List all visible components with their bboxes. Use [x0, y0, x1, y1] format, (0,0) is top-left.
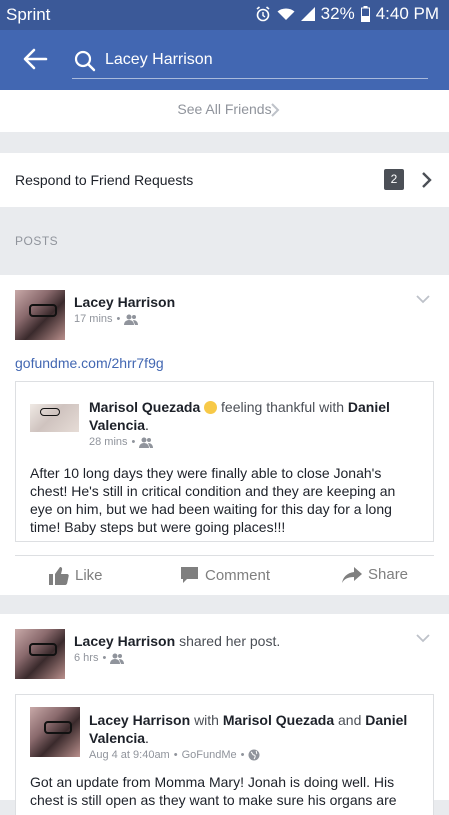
shared-label: shared her post.	[179, 633, 281, 649]
shared-post-text-line: chest is still open as they want to make…	[30, 792, 397, 808]
carrier-name: Sprint	[6, 5, 51, 24]
posts-header-label: POSTS	[15, 234, 59, 248]
see-all-friends[interactable]: See All Friends	[0, 90, 449, 132]
friend-requests-label: Respond to Friend Requests	[15, 172, 194, 188]
app-bar: Lacey Harrison	[0, 30, 449, 90]
status-icons: 32% 4:40 PM	[255, 4, 439, 24]
post-header: Lacey Harrison shared her post.	[74, 633, 280, 649]
clock: 4:40 PM	[375, 4, 439, 23]
shared-post-text-line: Got an update from Momma Mary! Jonah is …	[30, 774, 395, 790]
shared-post-header: Lacey Harrison with Marisol Quezada and …	[89, 712, 408, 746]
posts-section-header: POSTS	[0, 207, 449, 275]
shared-post-meta: Aug 4 at 9:40am • GoFundMe •	[89, 749, 260, 761]
share-icon	[342, 566, 362, 583]
tagged-person-second[interactable]: Valencia	[89, 417, 145, 433]
back-arrow-icon[interactable]	[22, 46, 48, 72]
shared-post-text: Got an update from Momma Mary! Jonah is …	[30, 773, 425, 809]
comment-button[interactable]: Comment	[180, 566, 270, 584]
post-meta: 6 hrs •	[74, 652, 125, 664]
post-card: Lacey Harrison shared her post. 6 hrs • …	[0, 614, 449, 815]
shared-post[interactable]: Marisol Quezada feeling thankful with Da…	[15, 381, 434, 542]
avatar[interactable]	[15, 629, 65, 679]
post-author[interactable]: Lacey Harrison	[74, 633, 175, 649]
friend-requests-row[interactable]: Respond to Friend Requests	[0, 153, 449, 207]
like-button[interactable]: Like	[49, 566, 103, 585]
shared-author[interactable]: Marisol Quezada	[89, 399, 200, 415]
like-label: Like	[75, 567, 103, 584]
shared-post[interactable]: Lacey Harrison with Marisol Quezada and …	[15, 694, 434, 815]
signal-icon	[300, 7, 315, 21]
shared-post-text: After 10 long days they were finally abl…	[30, 465, 396, 535]
shared-author[interactable]: Lacey Harrison	[89, 712, 190, 728]
search-query[interactable]: Lacey Harrison	[105, 51, 213, 69]
search-field[interactable]: Lacey Harrison	[72, 44, 428, 79]
friends-audience-icon	[110, 653, 125, 664]
post-link[interactable]: gofundme.com/2hrr7f9g	[15, 355, 164, 371]
comment-icon	[181, 567, 198, 583]
share-button[interactable]: Share	[342, 566, 408, 583]
see-all-friends-label: See All Friends	[177, 101, 272, 117]
friend-requests-count-badge: 2	[384, 169, 404, 190]
shared-post-meta: 28 mins •	[89, 436, 154, 448]
shared-post-time[interactable]: Aug 4 at 9:40am	[89, 749, 170, 761]
chevron-down-icon[interactable]	[415, 630, 431, 646]
chevron-right-icon	[271, 103, 280, 117]
avatar[interactable]	[15, 290, 65, 340]
shared-post-header: Marisol Quezada feeling thankful with Da…	[89, 399, 390, 433]
tagged-person-first[interactable]: Daniel	[365, 712, 407, 728]
alarm-icon	[256, 6, 270, 22]
tagged-person-second[interactable]: Valencia	[89, 730, 145, 746]
post-time[interactable]: 6 hrs	[74, 652, 98, 664]
tagged-person[interactable]: Marisol Quezada	[223, 712, 334, 728]
globe-icon	[248, 749, 260, 761]
status-bar: Sprint 32% 4:40 PM	[0, 0, 449, 30]
chevron-right-icon[interactable]	[421, 171, 433, 189]
search-icon	[74, 50, 96, 72]
post-author[interactable]: Lacey Harrison	[74, 294, 175, 310]
avatar[interactable]	[30, 404, 79, 432]
smiley-emoji-icon	[204, 401, 218, 414]
thumbs-up-icon	[49, 567, 69, 585]
avatar[interactable]	[30, 707, 80, 757]
shared-post-time[interactable]: 28 mins	[89, 436, 128, 448]
feeling-text: feeling thankful with	[221, 399, 345, 415]
and-word: and	[338, 712, 362, 728]
battery-percent: 32%	[320, 4, 355, 23]
post-time[interactable]: 17 mins	[74, 313, 113, 325]
post-actions: Like Comment Share	[15, 555, 434, 594]
post-meta: 17 mins •	[74, 313, 139, 325]
post-card: Lacey Harrison 17 mins • gofundme.com/2h…	[0, 275, 449, 595]
chevron-down-icon[interactable]	[415, 291, 431, 307]
tagged-person-first[interactable]: Daniel	[348, 399, 390, 415]
friends-audience-icon	[139, 437, 154, 448]
share-label: Share	[368, 566, 409, 583]
with-word: with	[194, 712, 219, 728]
friends-audience-icon	[124, 314, 139, 325]
comment-label: Comment	[205, 566, 271, 584]
battery-icon	[360, 6, 370, 22]
wifi-icon	[277, 8, 295, 20]
via-app: GoFundMe	[181, 749, 237, 761]
